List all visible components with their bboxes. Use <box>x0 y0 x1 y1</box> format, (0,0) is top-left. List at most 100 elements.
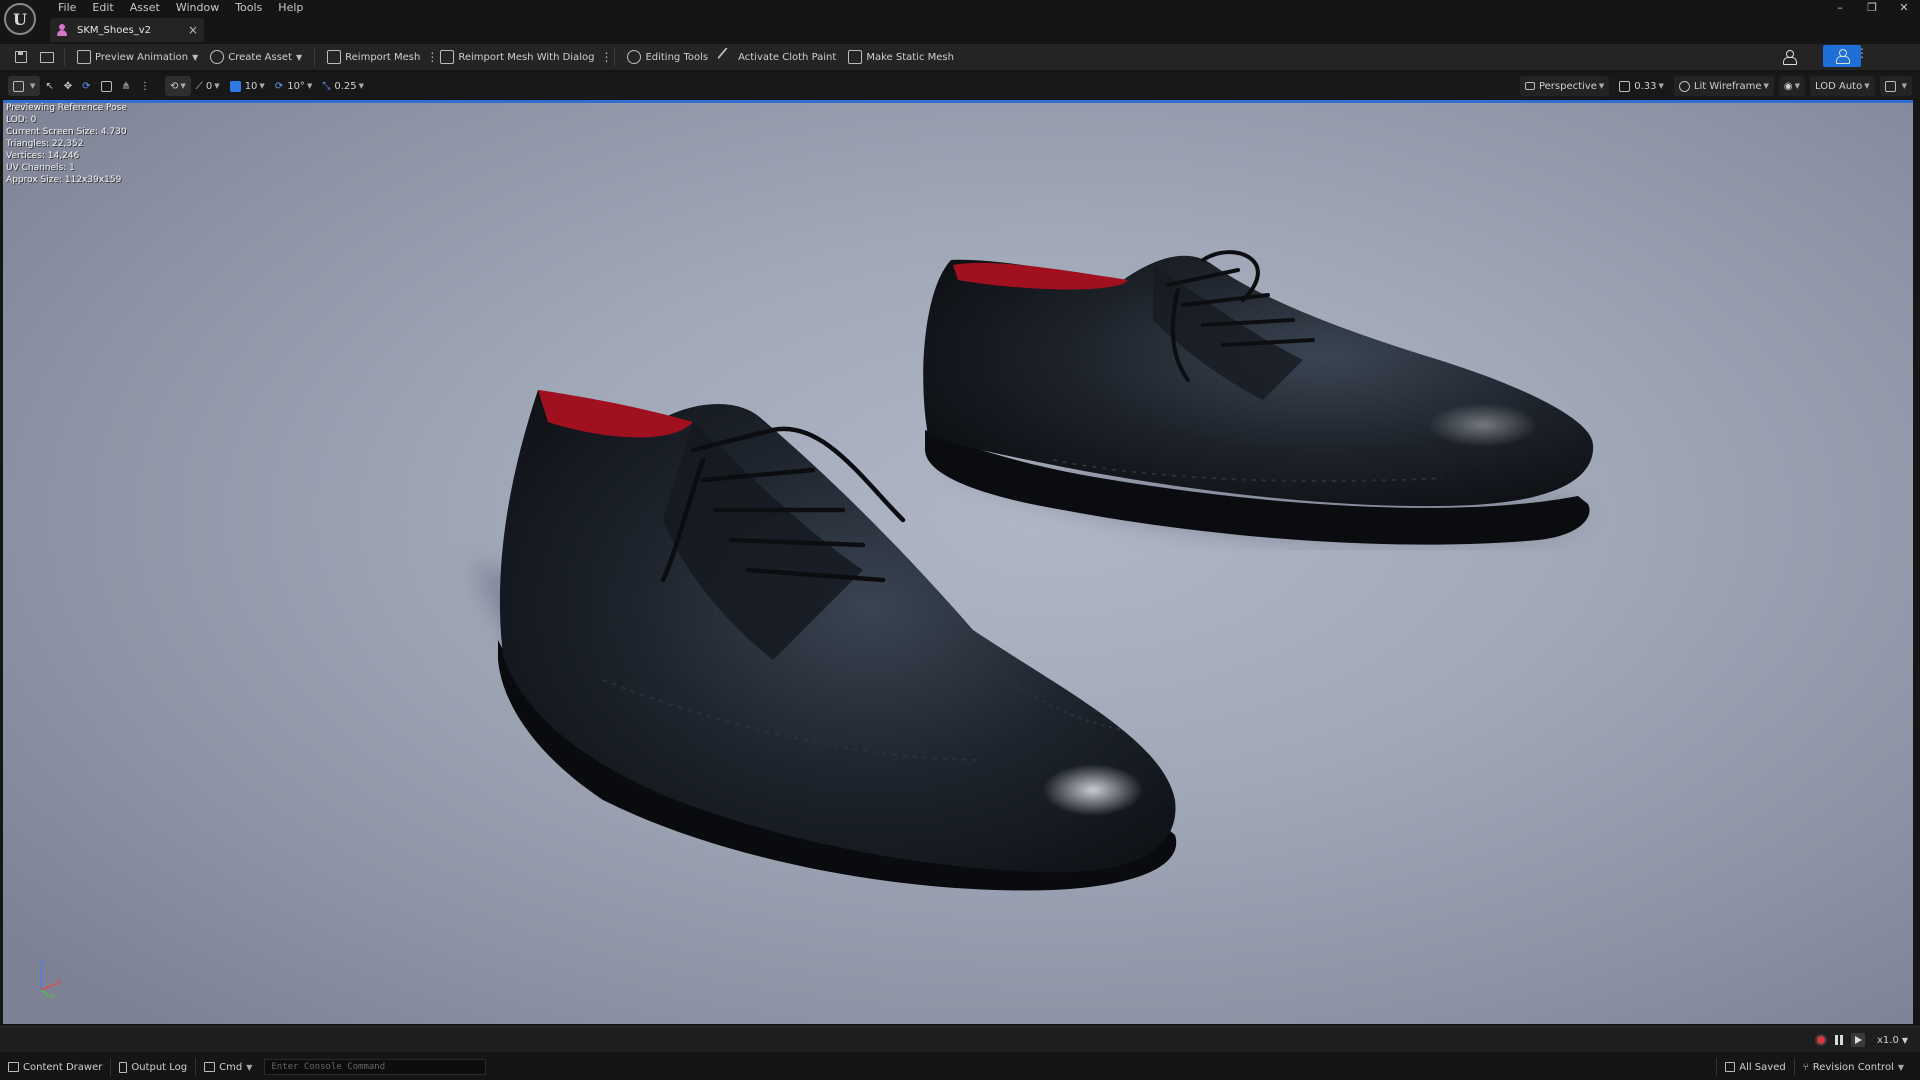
playback-controls: x1.0 ▼ <box>1815 1031 1908 1049</box>
window-controls: – ❐ ✕ <box>1824 0 1920 16</box>
reimport-icon <box>327 50 342 64</box>
toolbar-divider <box>314 48 316 66</box>
browse-button[interactable] <box>36 46 58 68</box>
activate-cloth-paint-button[interactable]: Activate Cloth Paint <box>714 46 842 68</box>
save-button[interactable] <box>10 46 32 68</box>
preview-viewport[interactable]: Previewing Reference Pose LOD: 0 Current… <box>3 100 1913 1024</box>
menu-window[interactable]: Window <box>168 0 227 16</box>
minimize-button[interactable]: – <box>1824 0 1856 16</box>
menu-edit[interactable]: Edit <box>84 0 121 16</box>
surface-snap-icon: ⟲ <box>169 80 179 92</box>
chevron-down-icon: ▼ <box>259 82 265 90</box>
create-asset-icon <box>210 50 225 64</box>
close-window-button[interactable]: ✕ <box>1888 0 1920 16</box>
chevron-down-icon: ▼ <box>1901 82 1907 90</box>
view-mode-button[interactable]: Perspective ▼ <box>1519 76 1610 96</box>
layout-button[interactable]: ▼ <box>1879 76 1912 96</box>
select-tool-button[interactable]: ↖ <box>40 76 58 96</box>
rotation-snap-value: 0 <box>205 80 213 92</box>
save-status-icon <box>1725 1062 1736 1072</box>
cmd-button[interactable]: Cmd ▼ <box>196 1057 260 1077</box>
chevron-down-icon: ▼ <box>1658 82 1664 90</box>
reimport-mesh-dialog-button[interactable]: Reimport Mesh With Dialog <box>434 46 600 68</box>
scale-snap-button[interactable]: ⤡ 0.25 ▼ <box>317 76 369 96</box>
grid-snap-button[interactable]: 10 ▼ <box>225 76 270 96</box>
reimport-dialog-options-icon[interactable]: ⋮ <box>600 50 612 64</box>
editing-tools-button[interactable]: Editing Tools <box>621 46 714 68</box>
editing-tools-label: Editing Tools <box>645 51 709 63</box>
output-log-button[interactable]: Output Log <box>111 1057 195 1077</box>
pause-button[interactable] <box>1833 1034 1845 1046</box>
make-static-mesh-button[interactable]: Make Static Mesh <box>842 46 960 68</box>
skeleton-icon <box>1783 50 1797 65</box>
axis-x-label: X <box>56 978 62 987</box>
revision-control-label: Revision Control <box>1812 1061 1894 1073</box>
toolbar-divider <box>614 48 616 66</box>
axis-gizmo: Z X Y <box>33 959 73 1002</box>
console-command-input[interactable] <box>264 1059 487 1075</box>
preview-animation-label: Preview Animation <box>95 51 189 63</box>
rotate-icon: ⟳ <box>82 80 91 92</box>
content-drawer-button[interactable]: Content Drawer <box>0 1057 110 1077</box>
coordinate-space-button[interactable]: ⋔ <box>117 76 135 96</box>
chevron-down-icon: ▼ <box>1901 1035 1908 1045</box>
revision-control-button[interactable]: ⑂ Revision Control ▼ <box>1795 1057 1912 1077</box>
reimport-options-icon[interactable]: ⋮ <box>426 50 438 64</box>
playback-bar: x1.0 ▼ <box>0 1026 1920 1052</box>
right-shoe-highlight <box>1428 403 1538 447</box>
surface-snap-button[interactable]: ⟲ ▼ <box>164 76 191 96</box>
asset-tab[interactable]: SKM_Shoes_v2 × <box>50 18 204 42</box>
camera-icon <box>1524 82 1535 90</box>
all-saved-button[interactable]: All Saved <box>1717 1057 1793 1077</box>
more-tools-button[interactable]: ⋮ <box>135 76 155 96</box>
scale-snap-icon: ⤡ <box>322 80 331 92</box>
eye-icon: ◉ <box>1783 80 1793 92</box>
angle-snap-button[interactable]: ⟳ 10° ▼ <box>270 76 318 96</box>
record-button[interactable] <box>1815 1034 1828 1046</box>
make-static-mesh-label: Make Static Mesh <box>866 51 954 63</box>
axis-z-label: Z <box>39 960 45 968</box>
show-flags-button[interactable]: ◉ ▼ <box>1778 76 1806 96</box>
menu-help[interactable]: Help <box>270 0 311 16</box>
restore-button[interactable]: ❐ <box>1856 0 1888 16</box>
scale-tool-button[interactable] <box>96 76 117 96</box>
output-log-icon <box>119 1061 128 1073</box>
preview-animation-button[interactable]: Preview Animation ▼ <box>71 46 204 68</box>
lod-button[interactable]: LOD Auto ▼ <box>1810 76 1875 96</box>
lighting-mode-button[interactable]: Lit Wireframe ▼ <box>1673 76 1774 96</box>
mesh-icon <box>1836 49 1850 64</box>
rotation-snap-button[interactable]: ⟋ 0 ▼ <box>191 76 225 96</box>
reimport-mesh-dialog-label: Reimport Mesh With Dialog <box>458 51 595 63</box>
paint-brush-icon <box>717 47 737 67</box>
chevron-down-icon: ▼ <box>192 52 199 62</box>
chevron-down-icon: ▼ <box>1864 82 1870 90</box>
viewport-options-button[interactable]: ▼ <box>8 76 41 96</box>
unreal-logo-icon[interactable]: U <box>4 3 36 35</box>
screen-percentage-button[interactable]: 0.33 ▼ <box>1614 76 1669 96</box>
menu-bar: File Edit Asset Window Tools Help <box>50 0 311 16</box>
viewport-toolbar-right: Perspective ▼ 0.33 ▼ Lit Wireframe ▼ ◉ ▼… <box>1515 76 1912 96</box>
create-asset-button[interactable]: Create Asset ▼ <box>204 46 308 68</box>
close-tab-icon[interactable]: × <box>188 23 198 37</box>
chevron-down-icon: ▼ <box>30 82 36 90</box>
world-space-icon: ⋔ <box>121 80 130 92</box>
menu-file[interactable]: File <box>50 0 84 16</box>
menu-tools[interactable]: Tools <box>227 0 270 16</box>
scale-snap-value: 0.25 <box>334 80 357 92</box>
chevron-down-icon: ▼ <box>214 82 220 90</box>
output-log-label: Output Log <box>131 1061 188 1073</box>
rotate-tool-button[interactable]: ⟳ <box>77 76 95 96</box>
reimport-dialog-icon <box>440 50 455 64</box>
skeleton-mode-button[interactable] <box>1778 46 1800 68</box>
menu-asset[interactable]: Asset <box>122 0 168 16</box>
mode-options-icon[interactable]: ⋮ <box>1856 46 1868 60</box>
playback-speed[interactable]: x1.0 <box>1877 1035 1899 1046</box>
play-forward-button[interactable] <box>1851 1033 1866 1047</box>
animation-icon <box>77 50 91 64</box>
chevron-down-icon: ▼ <box>1897 1062 1904 1072</box>
status-bar: Content Drawer Output Log Cmd ▼ All Save… <box>0 1054 1920 1080</box>
translate-tool-button[interactable]: ✥ <box>59 76 77 96</box>
content-drawer-label: Content Drawer <box>23 1061 103 1073</box>
reimport-mesh-button[interactable]: Reimport Mesh <box>321 46 426 68</box>
chevron-down-icon: ▼ <box>1763 82 1769 90</box>
